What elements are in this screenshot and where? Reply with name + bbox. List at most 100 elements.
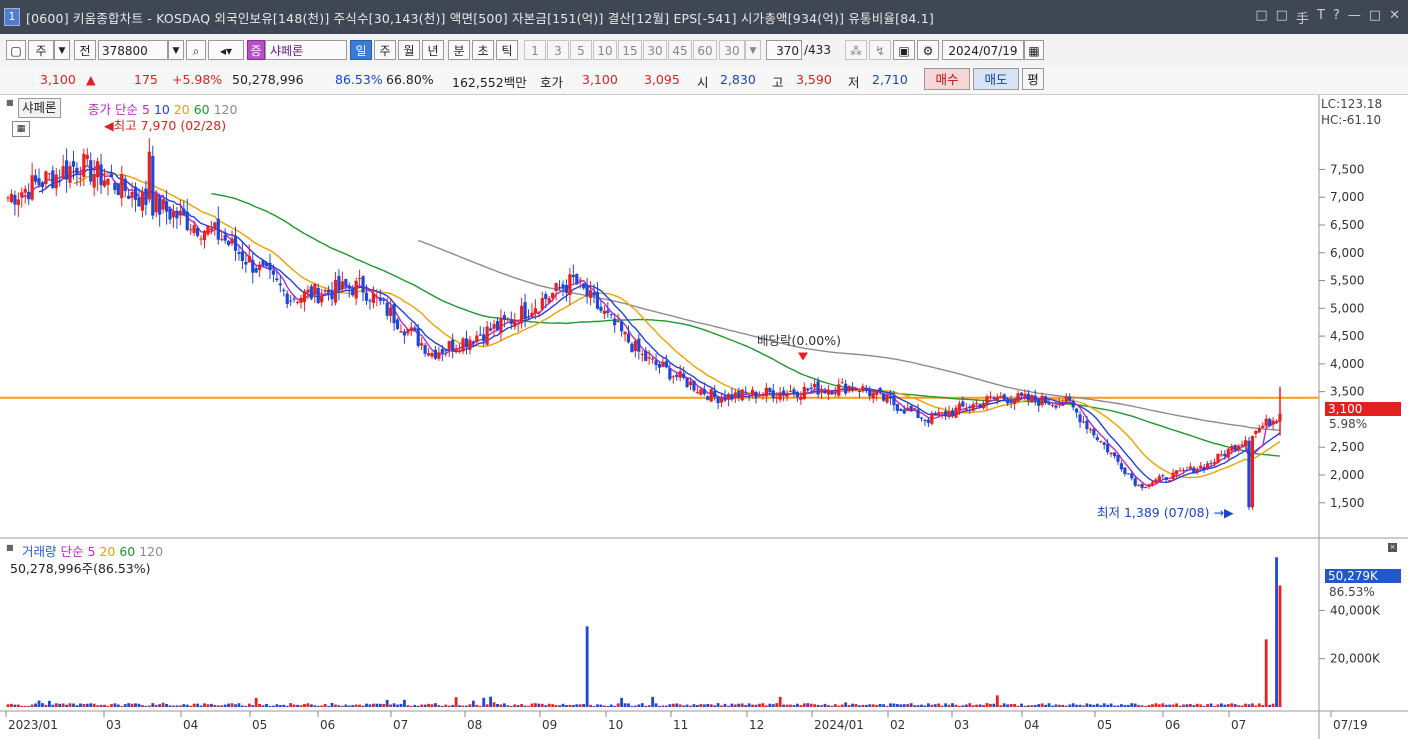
market-dropdown-icon[interactable]: ▼ [54,40,70,60]
volume-bar [1102,703,1106,707]
candle-body [323,290,327,292]
date-input[interactable]: 2024/07/19 [942,40,1024,60]
candle-body [1161,475,1165,477]
vol-legend-60: 60 [119,544,136,559]
volume-bar [985,703,989,707]
volume-bar [475,704,479,707]
layout-icon[interactable]: ▢ [6,40,26,60]
unit-3-button[interactable]: 3 [547,40,569,60]
candle-body [451,339,455,351]
candle-body [1243,440,1248,447]
font-icon[interactable]: T [1317,8,1325,27]
calendar-icon[interactable]: ▦ [1024,40,1044,60]
unit-45-button[interactable]: 45 [668,40,692,60]
candle-body [175,210,179,219]
candle-body [202,230,207,241]
price-tick-label: 7,500 [1330,162,1364,176]
volume-bar [1047,703,1051,707]
minimize-icon[interactable]: — [1348,8,1361,27]
volume-bar [909,703,913,707]
help-icon[interactable]: ? [1333,8,1340,27]
volume-bar [416,705,420,707]
toolbar: ▢ 주 ▼ 전 378800 ▼ ⌕ ◂▾ 증 샤페론 일 주 월 년 분 초 … [0,34,1408,67]
volume-bar [1126,704,1130,707]
restore-icon[interactable]: □ [1255,8,1267,27]
count-input[interactable]: 370 [766,40,802,60]
prev-button[interactable]: 전 [74,40,96,60]
grid-icon[interactable]: ▦ [12,121,30,137]
candle-body [382,299,386,301]
volume-bar [1147,704,1151,707]
volume-bar [968,703,972,707]
candle-body [51,170,55,189]
stock-code-input[interactable]: 378800 [98,40,168,60]
unit-1-button[interactable]: 1 [524,40,546,60]
volume-bar [423,704,427,707]
tile-icon[interactable]: □ [1276,8,1288,27]
volume-bar [216,705,220,707]
volume-bar [1082,705,1085,707]
candle-body [764,387,768,397]
candle-body [361,276,365,293]
code-dropdown-icon[interactable]: ▼ [168,40,184,60]
price-tick-label: 5,500 [1330,274,1364,288]
period-year-tab[interactable]: 년 [422,40,444,60]
volume-bar [110,704,113,707]
candle-body [761,394,765,396]
unit-15-button[interactable]: 15 [618,40,642,60]
candle-body [1212,462,1217,464]
candle-body [881,393,886,401]
volume-bar [261,705,265,707]
volume-bar [630,705,634,707]
stock-name-button[interactable]: 샤페론 [18,98,61,118]
market-select[interactable]: 주 [28,40,54,60]
unit-60-button[interactable]: 60 [693,40,717,60]
sell-button[interactable]: 매도 [973,68,1019,90]
candle-body [961,401,965,407]
buy-button[interactable]: 매수 [924,68,970,90]
volume-bar [723,703,727,707]
volume-bar [1085,703,1089,707]
unit-value-field[interactable]: 30 [719,40,745,60]
maximize-icon[interactable]: □ [1369,8,1381,27]
candle-body [140,191,145,211]
volume-bar [440,706,444,708]
vol-tick-label: 20,000K [1330,652,1381,666]
candle-body [1233,444,1237,451]
period-tick-tab[interactable]: 틱 [496,40,518,60]
window-number-badge: 1 [4,8,20,26]
period-minute-tab[interactable]: 분 [448,40,470,60]
tool-icon-2[interactable]: ↯ [869,40,891,60]
vol-panel-close-icon[interactable]: × [1388,543,1397,552]
volume-ratio: 86.53% [335,72,383,87]
period-day-tab[interactable]: 일 [350,40,372,60]
volume-bar [409,706,413,708]
tool-icon-1[interactable]: ⁂ [845,40,867,60]
close-icon[interactable]: ✕ [1389,8,1400,27]
candle-body [96,161,100,178]
unit-5-button[interactable]: 5 [570,40,592,60]
candle-body [251,259,255,273]
period-second-tab[interactable]: 초 [472,40,494,60]
period-month-tab[interactable]: 월 [398,40,420,60]
vol-collapse-icon[interactable]: ■ [6,543,14,552]
period-week-tab[interactable]: 주 [374,40,396,60]
stock-name-field[interactable]: 샤페론 [265,40,347,60]
unit-10-button[interactable]: 10 [593,40,617,60]
candle-body [709,389,713,402]
save-icon[interactable]: ▣ [893,40,915,60]
unit-30-button[interactable]: 30 [643,40,667,60]
volume-bar [482,697,486,707]
speaker-icon[interactable]: ◂▾ [208,40,244,60]
evaluate-button[interactable]: 평 [1022,68,1044,90]
gear-icon[interactable]: ⚙ [917,40,939,60]
volume-bar [451,704,455,707]
unit-dropdown-icon[interactable]: ▼ [745,40,761,60]
pin-icon[interactable]: 手 [1296,8,1309,27]
volume-bar [989,703,992,707]
search-icon[interactable]: ⌕ [186,40,206,60]
chart-canvas[interactable]: 7,500 7,000 6,500 6,000 5,500 5,000 4,500 4,000… [0,95,1408,739]
panel-collapse-icon[interactable]: ■ [6,98,16,108]
left-arrow-icon: ◀ [104,118,114,133]
candle-body [489,328,493,331]
